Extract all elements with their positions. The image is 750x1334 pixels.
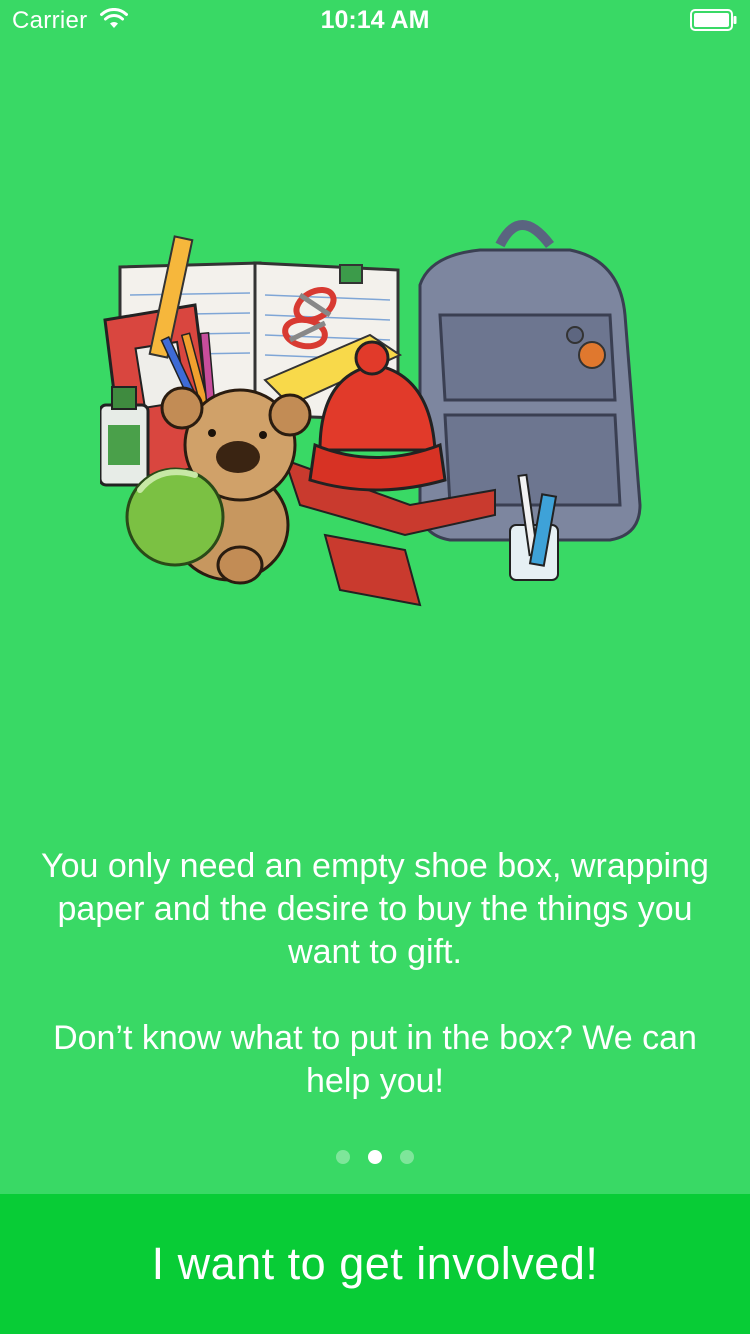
page-dot-2[interactable] (368, 1150, 382, 1164)
ball-drawing (125, 467, 225, 567)
backpack-drawing (418, 220, 642, 542)
page-dot-3[interactable] (400, 1150, 414, 1164)
onboarding-text: You only need an empty shoe box, wrappin… (40, 845, 710, 1103)
page-dot-1[interactable] (336, 1150, 350, 1164)
onboarding-paragraph-1: You only need an empty shoe box, wrappin… (41, 847, 709, 971)
status-bar: Carrier 10:14 AM (0, 0, 750, 40)
page-indicator[interactable] (0, 1150, 750, 1164)
battery-full-icon (690, 9, 737, 31)
onboarding-paragraph-2: Don’t know what to put in the box? We ca… (53, 1019, 697, 1100)
get-involved-button[interactable]: I want to get involved! (0, 1194, 750, 1334)
gift-items-illustration (100, 220, 642, 607)
status-time: 10:14 AM (320, 6, 430, 34)
